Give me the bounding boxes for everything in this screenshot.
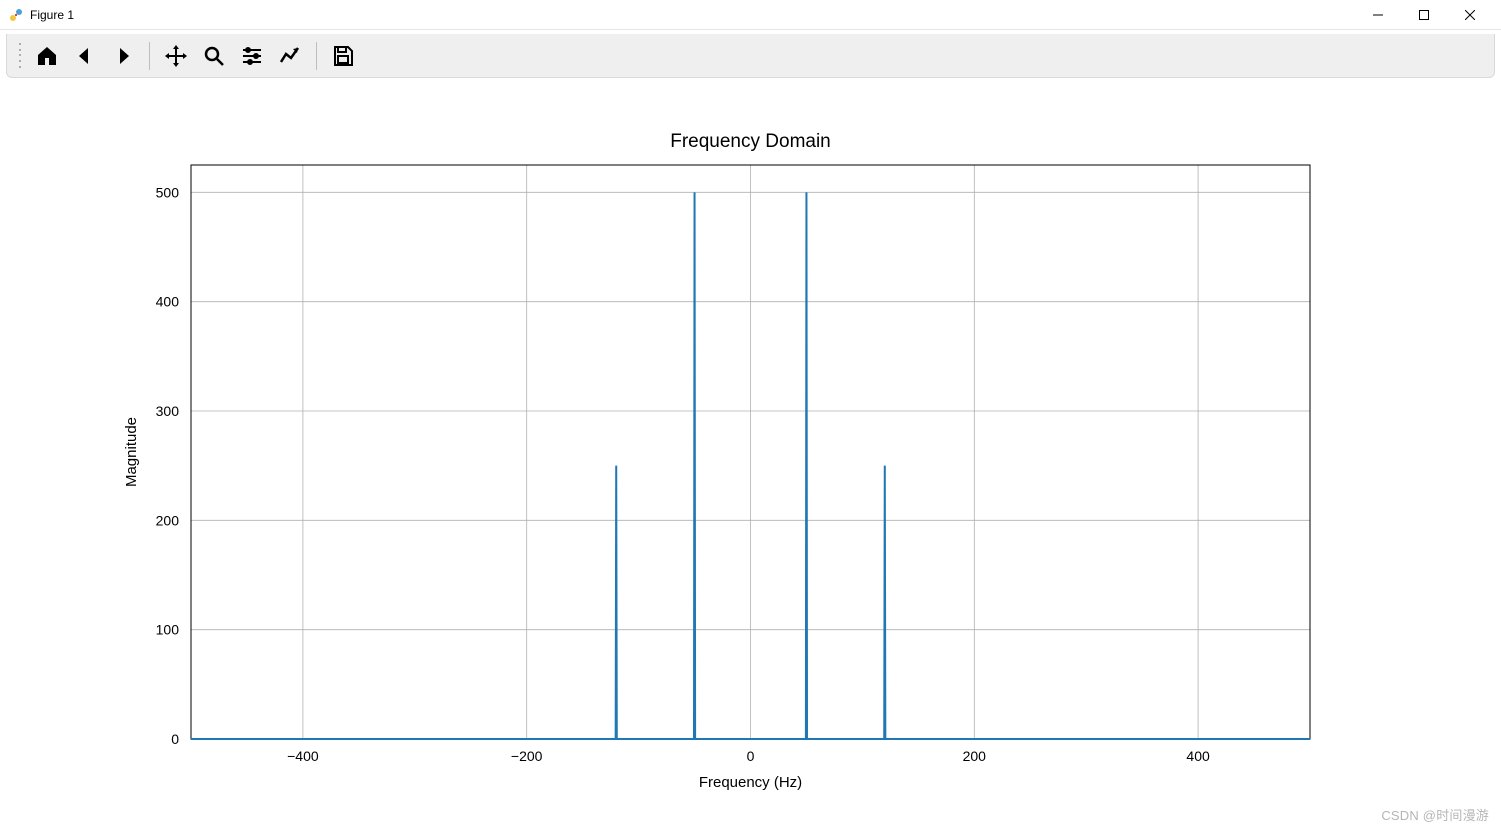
toolbar-separator [316, 42, 317, 70]
svg-text:400: 400 [156, 294, 180, 310]
svg-text:100: 100 [156, 622, 180, 638]
pan-button[interactable] [158, 38, 194, 74]
edit-axes-button[interactable] [272, 38, 308, 74]
svg-text:300: 300 [156, 403, 180, 419]
configure-subplots-button[interactable] [234, 38, 270, 74]
svg-text:500: 500 [156, 184, 180, 200]
maximize-button[interactable] [1401, 0, 1447, 30]
frequency-domain-chart: −400 −200 0 200 400 0 100 200 300 400 500 Frequency… [6, 80, 1495, 824]
svg-text:Frequency Domain: Frequency Domain [670, 131, 831, 152]
forward-button[interactable] [105, 38, 141, 74]
home-button[interactable] [29, 38, 65, 74]
svg-text:Magnitude: Magnitude [123, 417, 140, 487]
svg-text:Frequency (Hz): Frequency (Hz) [699, 774, 802, 791]
toolbar-separator [149, 42, 150, 70]
window-title: Figure 1 [30, 8, 74, 22]
watermark-text: CSDN @时间漫游 [1381, 805, 1489, 824]
close-button[interactable] [1447, 0, 1493, 30]
svg-text:400: 400 [1186, 748, 1210, 764]
minimize-button[interactable] [1355, 0, 1401, 30]
zoom-button[interactable] [196, 38, 232, 74]
back-button[interactable] [67, 38, 103, 74]
toolbar-grip [17, 42, 23, 70]
plot-area[interactable]: −400 −200 0 200 400 0 100 200 300 400 500 Frequency… [6, 80, 1495, 824]
svg-text:0: 0 [171, 731, 179, 747]
window-titlebar: Figure 1 [0, 0, 1501, 30]
svg-text:200: 200 [963, 748, 987, 764]
matplotlib-toolbar [6, 34, 1495, 78]
save-button[interactable] [325, 38, 361, 74]
window-controls [1355, 0, 1493, 30]
svg-text:0: 0 [747, 748, 755, 764]
svg-text:200: 200 [156, 512, 180, 528]
svg-text:−400: −400 [287, 748, 319, 764]
app-icon [8, 7, 24, 23]
svg-text:−200: −200 [511, 748, 543, 764]
